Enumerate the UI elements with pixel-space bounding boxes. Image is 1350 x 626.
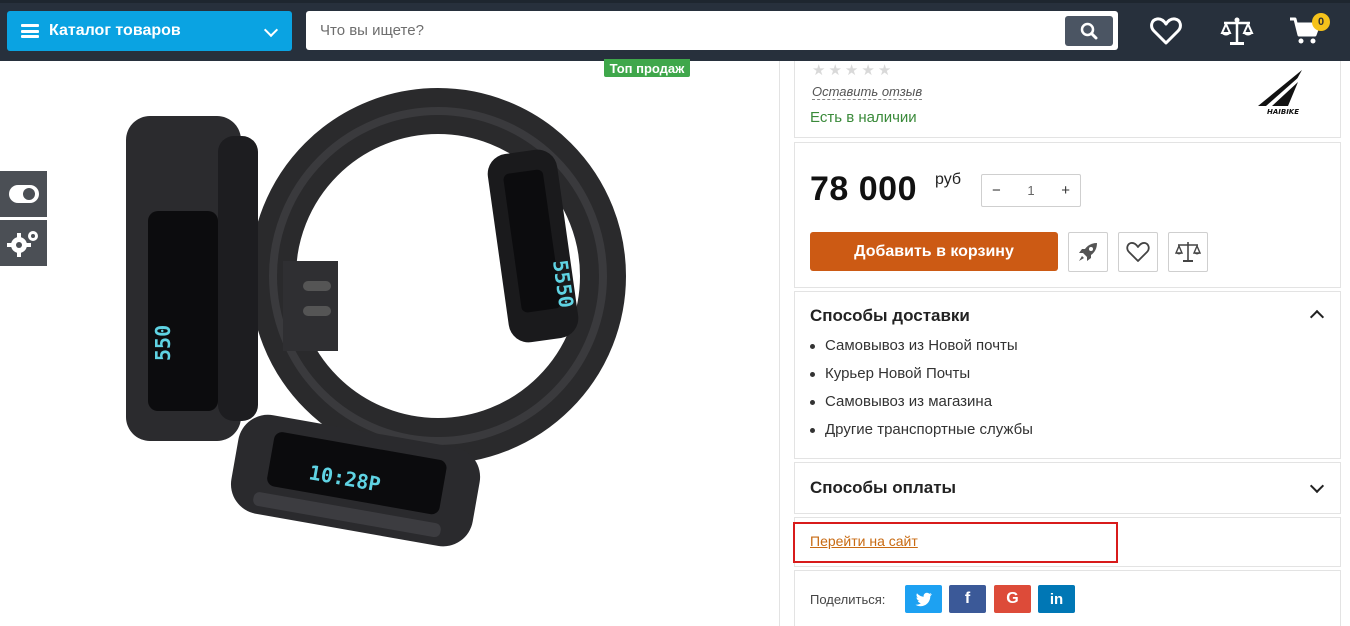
go-to-site-link[interactable]: Перейти на сайт (810, 533, 918, 549)
product-price: 78 000 (810, 170, 917, 208)
compare-button[interactable] (1219, 14, 1255, 48)
menu-icon (21, 24, 39, 38)
payment-title[interactable]: Способы оплаты (810, 478, 956, 498)
qty-increase-button[interactable]: + (1061, 182, 1070, 199)
linkedin-icon: in (1049, 590, 1064, 608)
svg-text:HAIBIKE: HAIBIKE (1267, 108, 1299, 116)
star-icon: ★ (844, 62, 859, 79)
google-icon: G (1006, 590, 1019, 607)
haibike-logo-icon: HAIBIKE (1258, 70, 1302, 116)
star-icon: ★ (828, 62, 842, 79)
side-toolbar (0, 171, 47, 269)
theme-toggle-button[interactable] (0, 171, 47, 217)
toggle-icon (8, 185, 39, 203)
add-to-cart-button[interactable]: Добавить в корзину (810, 232, 1058, 271)
wishlist-button[interactable] (1148, 14, 1184, 48)
search-input[interactable] (306, 11, 1056, 50)
delivery-title[interactable]: Способы доставки (810, 306, 970, 326)
delivery-item: Самовывоз из магазина (810, 392, 1033, 420)
linkedin-share-button[interactable]: in (1038, 585, 1075, 613)
product-image-area: 5550 550 10:28P (8, 61, 780, 626)
rating-stars[interactable]: ★ ★ ★ ★ ★ (812, 61, 891, 79)
catalog-label: Каталог товаров (49, 22, 181, 39)
star-icon: ★ (877, 62, 892, 79)
add-to-wishlist-button[interactable] (1118, 232, 1158, 272)
facebook-share-button[interactable]: f (949, 585, 986, 613)
catalog-button[interactable]: Каталог товаров (7, 11, 292, 51)
quantity-stepper: − 1 + (981, 174, 1081, 207)
top-sales-badge: Топ продаж (604, 59, 690, 77)
scales-outline-icon (1175, 242, 1201, 262)
chevron-down-icon (263, 22, 279, 38)
heart-icon (1150, 17, 1182, 45)
search-bar (306, 11, 1118, 50)
delivery-item: Курьер Новой Почты (810, 364, 1033, 392)
star-icon: ★ (812, 62, 826, 79)
qty-decrease-button[interactable]: − (992, 182, 1001, 199)
product-image[interactable]: 5550 550 10:28P (108, 61, 628, 561)
facebook-icon: f (964, 590, 971, 607)
leave-review-link[interactable]: Оставить отзыв (812, 84, 923, 100)
add-to-compare-button[interactable] (1168, 232, 1208, 272)
twitter-icon (915, 592, 932, 606)
search-button[interactable] (1065, 16, 1113, 46)
share-label: Поделиться: (810, 592, 886, 607)
settings-button[interactable] (0, 220, 47, 266)
twitter-share-button[interactable] (905, 585, 942, 613)
google-share-button[interactable]: G (994, 585, 1031, 613)
qty-value[interactable]: 1 (1027, 183, 1034, 198)
price-currency: руб (935, 171, 962, 188)
header-top-strip (0, 0, 1350, 3)
quick-order-button[interactable] (1068, 232, 1108, 272)
rocket-icon (1079, 243, 1097, 261)
cart-count-badge: 0 (1312, 13, 1330, 31)
heart-outline-icon (1126, 242, 1150, 262)
scales-icon (1220, 17, 1254, 45)
delivery-list: Самовывоз из Новой почты Курьер Новой По… (810, 336, 1033, 448)
delivery-item: Другие транспортные службы (810, 420, 1033, 448)
gears-icon (6, 231, 38, 257)
search-icon (1080, 22, 1098, 40)
star-icon: ★ (861, 62, 875, 79)
delivery-item: Самовывоз из Новой почты (810, 336, 1033, 364)
stock-status: Есть в наличии (810, 109, 917, 126)
brand-logo[interactable]: HAIBIKE (1252, 66, 1314, 116)
svg-text:550: 550 (151, 325, 175, 361)
